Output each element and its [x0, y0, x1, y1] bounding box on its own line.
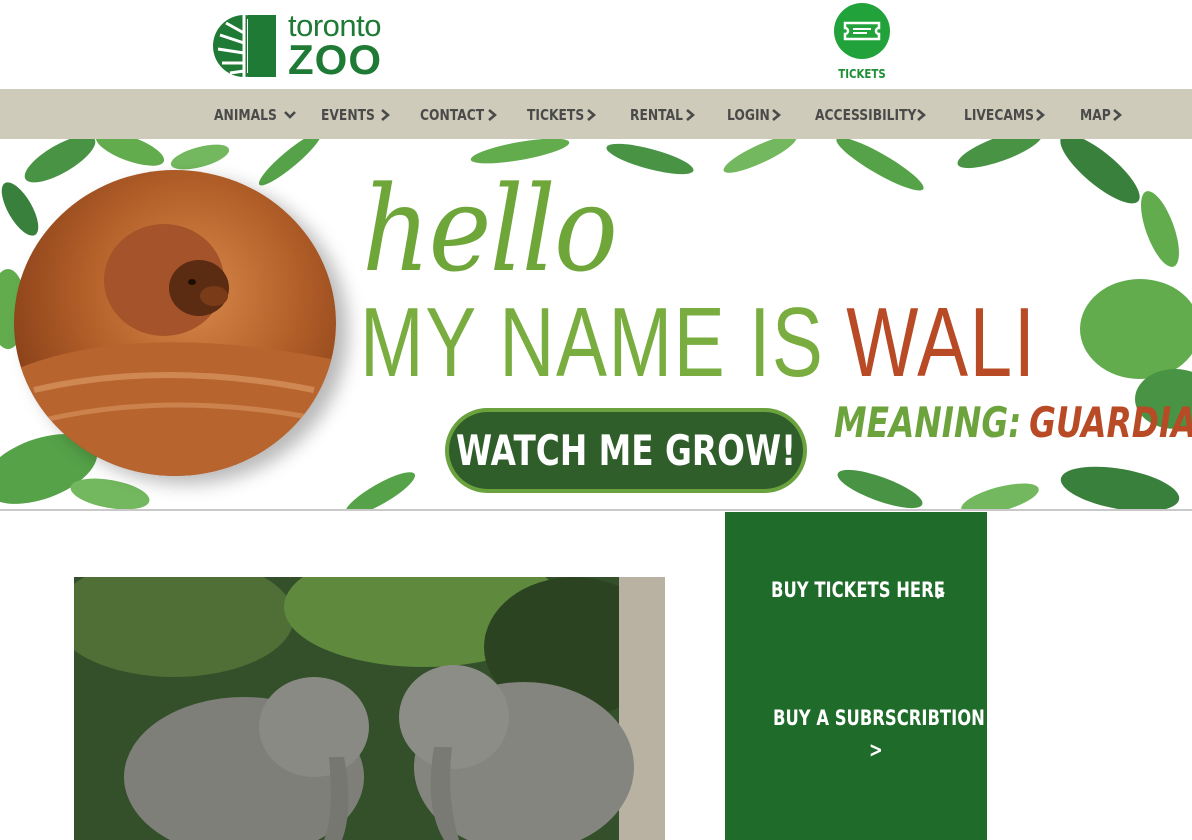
nav-item-label: TICKETS: [527, 106, 585, 124]
tickets-header-button[interactable]: TICKETS: [834, 3, 890, 81]
nav-item-label: ACCESSIBILITY: [815, 106, 917, 124]
nav-item-animals[interactable]: ANIMALS: [214, 104, 297, 126]
chevron-right-icon: [685, 109, 695, 121]
chevron-right-icon: [586, 109, 596, 121]
buy-tickets-link[interactable]: BUY TICKETS HERE: [771, 578, 994, 602]
nav-item-label: LIVECAMS: [964, 106, 1034, 124]
hero-name-line: MY NAME IS WALI: [360, 286, 1037, 399]
nav-item-login[interactable]: LOGIN: [727, 104, 782, 126]
nav-item-contact[interactable]: CONTACT: [420, 104, 498, 126]
elephants-photo: [74, 577, 665, 840]
hero-banner[interactable]: hello MY NAME ISWALI MEANING:GUARDIAN WA…: [0, 139, 1192, 511]
chevron-right-icon: [772, 109, 782, 121]
side-panel: BUY TICKETS HERE BUY A SUBRSCRIBTION >: [725, 512, 987, 840]
main-nav: ANIMALS EVENTS CONTACT TICKETS RENTAL LO…: [0, 89, 1192, 139]
nav-item-livecams[interactable]: LIVECAMS: [964, 104, 1046, 126]
chevron-right-icon: [916, 109, 926, 121]
chevron-down-icon: [283, 111, 296, 119]
nav-item-tickets[interactable]: TICKETS: [527, 104, 596, 126]
ticket-icon: [834, 3, 890, 59]
nav-item-map[interactable]: MAP: [1080, 104, 1122, 126]
chevron-right-icon: [380, 109, 390, 121]
nav-item-label: ANIMALS: [214, 106, 277, 124]
nav-item-label: EVENTS: [321, 106, 375, 124]
nav-item-rental[interactable]: RENTAL: [630, 104, 695, 126]
watch-me-grow-label: WATCH ME GROW!: [455, 426, 797, 475]
buy-subscription-label: BUY A SUBRSCRIBTION: [773, 706, 985, 730]
tickets-header-label: TICKETS: [838, 67, 886, 81]
page: toronto ZOO TICKETS ANIMALS EVENTS CONTA…: [0, 0, 1192, 840]
buy-subscription-arrow[interactable]: >: [869, 738, 887, 762]
hero-name-wali: WALI: [846, 287, 1037, 397]
chevron-right-icon: [1112, 109, 1122, 121]
buy-tickets-label: BUY TICKETS HERE: [771, 578, 945, 602]
chevron-right-icon: [1036, 109, 1046, 121]
hero-meaning-line: MEANING:GUARDIAN: [834, 398, 1192, 447]
hero-name-prefix: MY NAME IS: [360, 287, 825, 397]
nav-item-events[interactable]: EVENTS: [321, 104, 390, 126]
orangutan-photo: [14, 170, 336, 476]
chevron-right-icon: [936, 587, 945, 599]
buy-subscription-link[interactable]: BUY A SUBRSCRIBTION: [773, 706, 1045, 730]
nav-item-label: CONTACT: [420, 106, 485, 124]
nav-item-accessibility[interactable]: ACCESSIBILITY: [815, 104, 926, 126]
site-header: toronto ZOO TICKETS: [0, 0, 1192, 89]
nav-item-label: MAP: [1080, 106, 1111, 124]
logo-zoo-text: ZOO: [288, 36, 382, 83]
chevron-right-icon: [488, 109, 498, 121]
hero-meaning-value: GUARDIAN: [1029, 398, 1192, 447]
watch-me-grow-button[interactable]: WATCH ME GROW!: [445, 408, 807, 493]
zoo-logo-icon: [213, 14, 276, 77]
nav-item-label: LOGIN: [727, 106, 770, 124]
hero-hello-text: hello: [362, 160, 618, 298]
nav-item-label: RENTAL: [630, 106, 683, 124]
buy-subscription-arrow-label: >: [869, 738, 883, 762]
zoo-logo[interactable]: toronto ZOO: [212, 10, 382, 81]
hero-meaning-label: MEANING:: [834, 398, 1022, 447]
